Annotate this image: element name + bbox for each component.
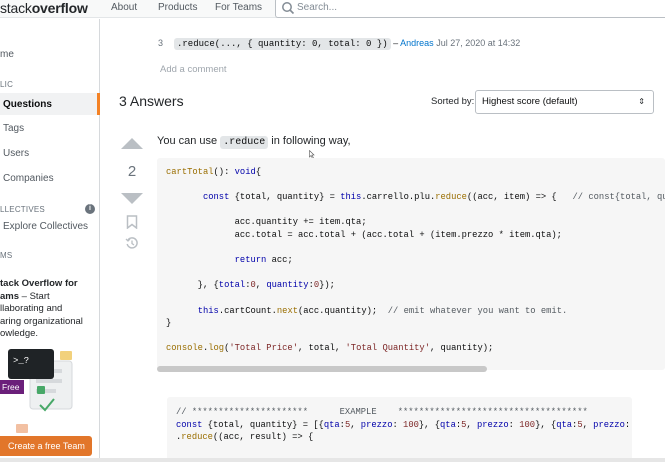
sidebar-section-public: LIC (0, 80, 14, 89)
sort-select-value: Highest score (default) (482, 96, 578, 107)
sorted-by-label: Sorted by: (431, 96, 475, 107)
sidebar-section-teams: MS (0, 251, 13, 260)
answers-count-heading: 3 Answers (119, 93, 184, 109)
bookmark-icon[interactable] (126, 215, 138, 229)
teams-promo-text: tack Overflow for ams – Start llaboratin… (0, 278, 95, 341)
nav-products[interactable]: Products (158, 1, 197, 15)
sidebar-section-collectives: LLECTIVES (0, 205, 45, 214)
answer-text-before: You can use (157, 135, 221, 147)
answer-score: 2 (127, 163, 137, 180)
nav-for-teams[interactable]: For Teams (215, 1, 262, 15)
free-badge: Free (0, 380, 24, 394)
comment-code: .reduce(..., { quantity: 0, total: 0 }) (174, 38, 391, 50)
svg-text:>_?: >_? (13, 356, 29, 366)
logo-prefix: stack (0, 0, 32, 16)
code-horizontal-scrollbar[interactable] (157, 366, 487, 372)
sort-select[interactable]: Highest score (default) ⇕ (475, 90, 654, 114)
create-free-team-button[interactable]: Create a free Team (0, 436, 92, 456)
info-icon[interactable]: i (85, 204, 95, 214)
search-placeholder: Search... (297, 2, 338, 13)
comment-user-link[interactable]: Andreas (400, 38, 434, 48)
site-logo[interactable]: stackoverflow (0, 0, 88, 18)
select-arrows-icon: ⇕ (638, 97, 645, 106)
code-block-2-content: // ********************** EXAMPLE ******… (176, 407, 631, 443)
search-input[interactable]: Search... (275, 0, 665, 18)
comment: .reduce(..., { quantity: 0, total: 0 }) … (174, 37, 520, 51)
bottom-edge (0, 458, 665, 462)
answer-inline-code: .reduce (220, 136, 269, 149)
sidebar-item-companies[interactable]: Companies (3, 173, 54, 184)
vote-up-icon[interactable] (121, 138, 143, 149)
logo-bold: overflow (31, 0, 88, 16)
sidebar-item-home[interactable]: me (0, 49, 14, 60)
comment-separator: – (390, 38, 401, 48)
answer-text: You can use .reduce in following way, (157, 133, 351, 151)
left-sidebar: me LIC Questions Tags Users Companies LL… (0, 19, 100, 462)
sidebar-item-users[interactable]: Users (3, 148, 29, 159)
sidebar-item-explore-collectives[interactable]: Explore Collectives (3, 221, 88, 232)
code-block-content: cartTotal(): void{ const {total, quantit… (166, 167, 665, 354)
sidebar-item-questions[interactable]: Questions (3, 99, 52, 110)
sidebar-item-tags[interactable]: Tags (3, 123, 24, 134)
answer-text-after: in following way, (268, 135, 351, 147)
code-block-2[interactable]: // ********************** EXAMPLE ******… (167, 397, 632, 462)
teams-illustration: >_? (8, 349, 73, 433)
comment-score: 3 (158, 38, 164, 48)
add-comment-link[interactable]: Add a comment (160, 64, 227, 75)
history-icon[interactable] (125, 236, 139, 250)
search-icon (282, 2, 295, 15)
top-bar: stackoverflow About Products For Teams S… (0, 0, 665, 18)
nav-about[interactable]: About (111, 1, 137, 15)
comment-date: Jul 27, 2020 at 14:32 (433, 38, 521, 48)
vote-down-icon[interactable] (121, 193, 143, 204)
code-block[interactable]: cartTotal(): void{ const {total, quantit… (157, 158, 665, 370)
